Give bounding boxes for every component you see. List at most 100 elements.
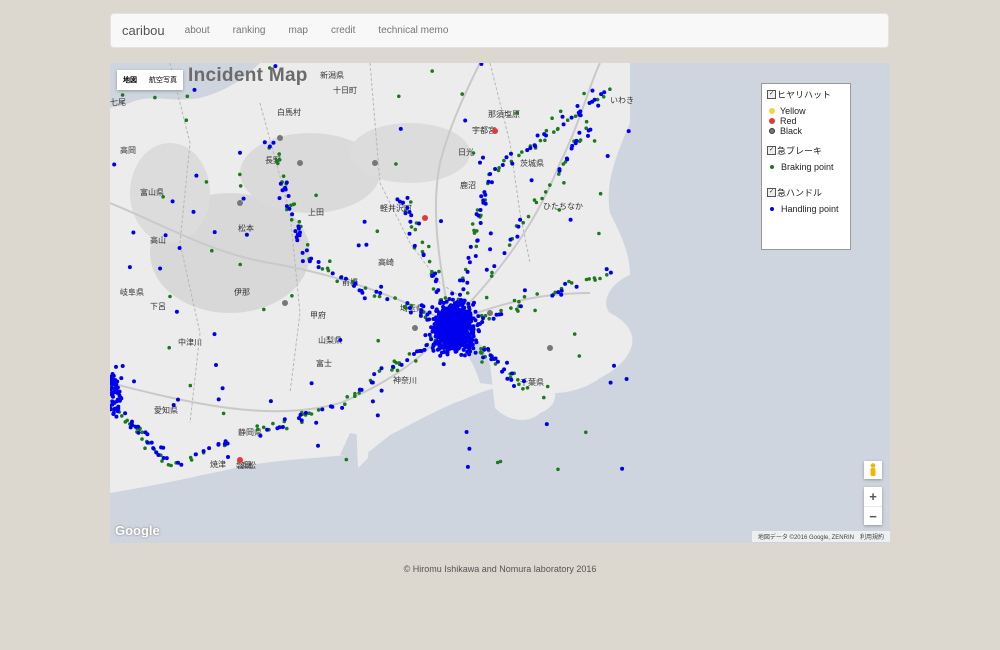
braking-point[interactable]	[515, 307, 519, 312]
handling-point[interactable]	[476, 314, 481, 319]
handling-point[interactable]	[154, 450, 159, 455]
handling-point[interactable]	[577, 130, 582, 135]
braking-point[interactable]	[420, 240, 425, 245]
handling-point[interactable]	[407, 210, 412, 214]
handling-point[interactable]	[132, 379, 136, 384]
braking-point[interactable]	[572, 332, 577, 336]
handling-point[interactable]	[391, 364, 395, 369]
handling-point[interactable]	[316, 265, 321, 270]
handling-point[interactable]	[465, 323, 470, 328]
handling-point[interactable]	[458, 332, 463, 337]
braking-point[interactable]	[517, 299, 521, 304]
handling-point[interactable]	[429, 325, 434, 330]
handling-point[interactable]	[459, 310, 464, 315]
braking-point[interactable]	[460, 92, 465, 96]
handling-point[interactable]	[284, 180, 289, 185]
handling-point[interactable]	[470, 342, 475, 347]
handling-point[interactable]	[280, 188, 285, 193]
nav-credit[interactable]: credit	[331, 25, 355, 36]
braking-point[interactable]	[427, 244, 431, 249]
braking-point[interactable]	[598, 276, 602, 281]
handling-point[interactable]	[399, 362, 404, 367]
braking-point[interactable]	[271, 421, 275, 426]
braking-point[interactable]	[189, 458, 194, 462]
handling-point[interactable]	[385, 297, 390, 302]
braking-point[interactable]	[520, 150, 524, 154]
handling-point[interactable]	[330, 271, 335, 276]
handling-point[interactable]	[405, 301, 410, 306]
handling-point[interactable]	[569, 146, 574, 151]
braking-point[interactable]	[307, 411, 311, 416]
handling-point[interactable]	[314, 420, 319, 425]
handling-point[interactable]	[161, 445, 166, 450]
handling-point[interactable]	[359, 387, 364, 392]
handling-point[interactable]	[120, 364, 125, 368]
handling-point[interactable]	[370, 399, 375, 404]
braking-point[interactable]	[397, 94, 401, 99]
handling-point[interactable]	[340, 405, 345, 410]
handling-point[interactable]	[176, 460, 180, 465]
handling-point[interactable]	[303, 410, 308, 415]
handling-point[interactable]	[429, 337, 434, 342]
braking-point[interactable]	[255, 424, 259, 428]
handling-point[interactable]	[473, 318, 478, 323]
handling-point[interactable]	[452, 310, 457, 314]
handling-point[interactable]	[492, 264, 497, 269]
handling-point[interactable]	[431, 348, 436, 353]
handling-point[interactable]	[444, 333, 449, 338]
handling-point[interactable]	[505, 360, 509, 365]
braking-point[interactable]	[543, 190, 548, 194]
handling-point[interactable]	[488, 172, 493, 176]
braking-point[interactable]	[143, 446, 147, 451]
handling-point[interactable]	[468, 244, 473, 249]
handling-point[interactable]	[133, 424, 138, 429]
braking-point[interactable]	[521, 387, 525, 391]
handling-point[interactable]	[624, 377, 629, 381]
handling-point[interactable]	[458, 278, 462, 283]
handling-point[interactable]	[123, 411, 128, 416]
handling-point[interactable]	[455, 309, 460, 314]
braking-point[interactable]	[427, 259, 432, 264]
handling-point[interactable]	[280, 425, 285, 429]
braking-point[interactable]	[592, 139, 597, 143]
handling-point[interactable]	[599, 92, 604, 97]
braking-point[interactable]	[204, 180, 209, 184]
handling-point[interactable]	[405, 358, 410, 363]
handling-point[interactable]	[437, 329, 442, 334]
handling-point[interactable]	[433, 334, 438, 339]
handling-point[interactable]	[586, 128, 591, 133]
handling-point[interactable]	[560, 114, 565, 119]
handling-point[interactable]	[522, 288, 527, 293]
braking-point[interactable]	[326, 268, 331, 273]
handling-point[interactable]	[316, 443, 320, 448]
handling-point[interactable]	[316, 260, 321, 264]
handling-point[interactable]	[441, 318, 446, 323]
braking-point[interactable]	[409, 200, 413, 204]
braking-point[interactable]	[168, 294, 172, 299]
braking-point[interactable]	[608, 87, 612, 91]
handling-point[interactable]	[395, 197, 400, 202]
handling-point[interactable]	[492, 357, 497, 361]
braking-point[interactable]	[335, 279, 339, 284]
braking-point[interactable]	[558, 109, 563, 114]
braking-point[interactable]	[507, 243, 512, 247]
handling-point[interactable]	[504, 155, 509, 160]
handling-point[interactable]	[427, 310, 432, 315]
checkbox-hiyari[interactable]: ✓	[767, 90, 776, 99]
handling-point[interactable]	[559, 288, 564, 293]
handling-point[interactable]	[265, 427, 270, 432]
braking-point[interactable]	[221, 411, 226, 416]
handling-point[interactable]	[113, 386, 117, 391]
handling-point[interactable]	[466, 317, 471, 322]
handling-point[interactable]	[447, 304, 452, 309]
handling-point[interactable]	[479, 194, 484, 199]
handling-point[interactable]	[177, 246, 182, 250]
handling-point[interactable]	[320, 407, 325, 412]
braking-point[interactable]	[210, 248, 214, 253]
handling-point[interactable]	[502, 251, 507, 256]
black-point[interactable]	[297, 160, 303, 166]
handling-point[interactable]	[462, 353, 467, 358]
handling-point[interactable]	[438, 335, 443, 340]
braking-point[interactable]	[407, 352, 412, 356]
handling-point[interactable]	[557, 167, 562, 172]
